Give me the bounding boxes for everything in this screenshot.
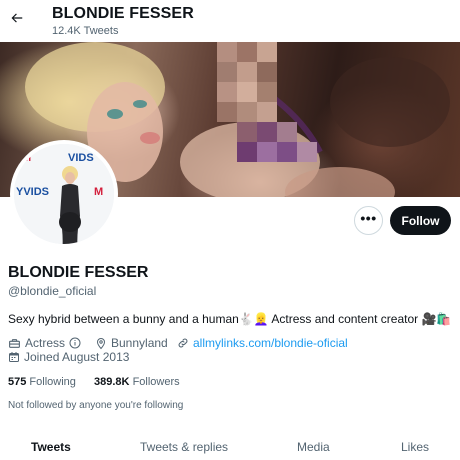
profile-handle: @blondie_oficial	[8, 284, 97, 298]
briefcase-icon	[9, 338, 20, 348]
page-title: BLONDIE FESSER	[52, 5, 194, 22]
calendar-icon	[9, 352, 19, 362]
profile-location: Bunnyland	[95, 336, 168, 350]
avatar-person-figure	[59, 166, 81, 244]
back-button[interactable]	[6, 7, 28, 29]
tweet-count: 12.4K Tweets	[52, 25, 119, 37]
followers-stat[interactable]: 389.8K Followers	[94, 376, 180, 388]
more-options-button[interactable]: •••	[354, 206, 383, 235]
following-count: 575	[8, 376, 27, 388]
tab-media[interactable]: Media	[297, 440, 330, 454]
joined-label: Joined August 2013	[24, 350, 130, 364]
profile-bio: Sexy hybrid between a bunny and a human🐇…	[8, 312, 452, 326]
profile-tabs: Tweets Tweets & replies Media Likes	[0, 430, 460, 460]
follow-button[interactable]: Follow	[390, 206, 451, 235]
followers-label: Followers	[132, 376, 180, 388]
following-label: Following	[29, 376, 76, 388]
arrow-left-icon	[11, 13, 23, 23]
followers-count: 389.8K	[94, 376, 130, 388]
avatar-logo-4: M	[94, 186, 104, 198]
avatar-logo-3: YVIDS	[16, 186, 50, 198]
avatar-logo-2: VIDS	[68, 152, 94, 164]
tab-tweets-replies[interactable]: Tweets & replies	[140, 440, 228, 454]
not-followed-notice: Not followed by anyone you're following	[8, 400, 184, 411]
avatar-logo-1: M	[22, 152, 32, 164]
profile-name: BLONDIE FESSER	[8, 264, 149, 281]
website-link[interactable]: allmylinks.com/blondie-oficial	[193, 336, 348, 350]
profile-joined: Joined August 2013	[8, 350, 129, 364]
tab-likes[interactable]: Likes	[401, 440, 429, 454]
more-dots-icon: •••	[360, 210, 377, 226]
category-label: Actress	[25, 336, 66, 350]
tab-tweets[interactable]: Tweets	[31, 440, 71, 454]
profile-link: allmylinks.com/blondie-oficial	[177, 336, 348, 350]
location-label: Bunnyland	[111, 336, 168, 350]
location-pin-icon	[96, 337, 106, 349]
profile-category: Actress	[8, 336, 81, 350]
link-icon	[178, 338, 188, 348]
follow-stats: 575 Following 389.8K Followers	[8, 376, 180, 388]
following-stat[interactable]: 575 Following	[8, 376, 79, 388]
top-bar: BLONDIE FESSER 12.4K Tweets	[0, 0, 460, 42]
avatar[interactable]: M VIDS YVIDS M	[10, 140, 118, 248]
info-icon[interactable]	[69, 337, 81, 349]
